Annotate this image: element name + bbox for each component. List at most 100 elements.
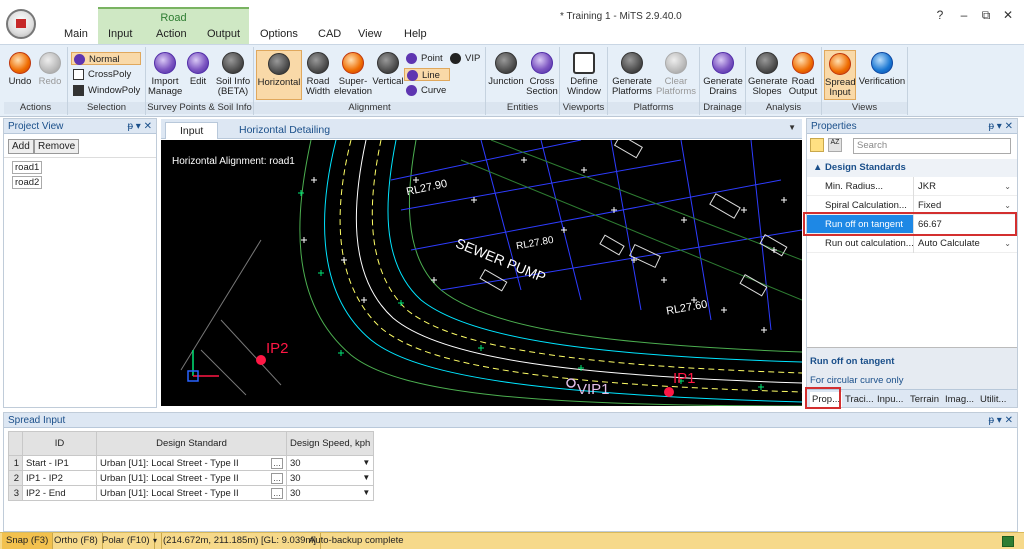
edit-button[interactable]: Edit (184, 50, 212, 100)
id-cell[interactable]: IP2 - End (22, 485, 97, 501)
id-cell[interactable]: IP1 - IP2 (22, 470, 97, 486)
redo-button[interactable]: Redo (36, 50, 64, 100)
superelevation-button[interactable]: Super-elevation (334, 50, 372, 100)
app-logo-icon[interactable] (6, 9, 36, 39)
ip1-marker[interactable] (664, 387, 674, 397)
category-design-standards[interactable]: ▲ Design Standards (807, 159, 1017, 177)
property-row[interactable]: Run out calculation... Auto Calculate ⌄ (807, 234, 1017, 253)
generate-drains-button[interactable]: Generate Drains (702, 50, 744, 100)
snap-toggle[interactable]: Snap (F3) (2, 533, 54, 549)
tab-terrain[interactable]: Terrain (910, 392, 939, 407)
undo-button[interactable]: Undo (6, 50, 34, 100)
cross-section-button[interactable]: Cross Section (526, 50, 558, 100)
road-item-road1[interactable]: road1 (12, 161, 43, 174)
tab-output[interactable]: Output (207, 26, 240, 42)
cad-drawing (180, 140, 802, 406)
tab-cad[interactable]: CAD (318, 26, 341, 42)
point-button[interactable]: Point (404, 52, 446, 65)
generate-platforms-button[interactable]: Generate Platforms (610, 50, 654, 100)
tab-help[interactable]: Help (404, 26, 427, 42)
horizontal-button[interactable]: Horizontal (256, 50, 302, 100)
define-window-button[interactable]: Define Window (564, 50, 604, 100)
define-window-icon (573, 52, 595, 74)
tab-input[interactable]: Input (108, 26, 132, 42)
property-row[interactable]: Min. Radius... JKR ⌄ (807, 177, 1017, 196)
column-header[interactable]: Design Standard (96, 431, 287, 456)
tab-options[interactable]: Options (260, 26, 298, 42)
clear-platforms-button[interactable]: Clear Platforms (654, 50, 698, 100)
soil-info-button[interactable]: Soil Info (BETA) (214, 50, 252, 100)
panel-pin-icon[interactable]: ᵽ ▾ ✕ (988, 413, 1013, 428)
standard-cell[interactable]: Urban [U1]: Local Street - Type II… (96, 455, 287, 471)
remove-button[interactable]: Remove (34, 139, 80, 154)
import-manage-button[interactable]: Import Manage (148, 50, 182, 100)
help-icon[interactable]: ? (932, 8, 948, 22)
vip1-label: VIP1 (577, 381, 610, 398)
vip-icon (450, 53, 461, 64)
standard-cell[interactable]: Urban [U1]: Local Street - Type II… (96, 485, 287, 501)
tab-input-view[interactable]: Input (165, 122, 219, 139)
table-row: 2 IP1 - IP2 Urban [U1]: Local Street - T… (8, 470, 375, 486)
panel-pin-icon[interactable]: ᵽ ▾ ✕ (127, 119, 152, 134)
chevron-down-icon[interactable]: ⌄ (1004, 177, 1011, 196)
crosspoly-button[interactable]: CrossPoly (71, 68, 141, 81)
tab-tracing[interactable]: Traci... (845, 392, 874, 407)
road-output-button[interactable]: Road Output (786, 50, 820, 100)
chevron-down-icon[interactable]: ▼ (362, 488, 370, 497)
road-width-button[interactable]: Road Width (304, 50, 332, 100)
normal-selection-button[interactable]: Normal (71, 52, 141, 65)
redo-icon (39, 52, 61, 74)
speed-cell[interactable]: 30 ▼ (285, 455, 375, 471)
speed-cell[interactable]: 30 ▼ (285, 485, 375, 501)
chevron-down-icon[interactable]: ▼ (362, 458, 370, 467)
project-view-panel: Project View ᵽ ▾ ✕ Add Remove road1 road2 (3, 118, 157, 408)
group-label: Drainage (700, 102, 745, 114)
ellipsis-button[interactable]: … (271, 472, 283, 484)
ip2-marker[interactable] (256, 355, 266, 365)
vertical-button[interactable]: Vertical (372, 50, 404, 100)
windowpoly-button[interactable]: WindowPoly (71, 84, 143, 97)
tabs-dropdown-icon[interactable]: ▼ (788, 123, 796, 132)
add-button[interactable]: Add (8, 139, 34, 154)
ellipsis-button[interactable]: … (271, 457, 283, 469)
undo-icon (9, 52, 31, 74)
spread-input-panel: Spread Input ᵽ ▾ ✕ ID Design Standard Des… (3, 412, 1018, 532)
ellipsis-button[interactable]: … (271, 487, 283, 499)
tab-horizontal-detailing[interactable]: Horizontal Detailing (225, 122, 344, 139)
group-label: Analysis (746, 102, 821, 114)
line-button[interactable]: Line (404, 68, 450, 81)
search-input[interactable]: Search (853, 138, 1011, 154)
close-icon[interactable]: ✕ (1000, 8, 1016, 22)
road-item-road2[interactable]: road2 (12, 176, 43, 189)
tab-utilities[interactable]: Utilit... (980, 392, 1006, 407)
column-header[interactable]: ID (22, 431, 97, 456)
coordinates-readout: (214.672m, 211.185m) [GL: 9.039m] (159, 533, 321, 549)
ortho-toggle[interactable]: Ortho (F8) (50, 533, 103, 549)
restore-icon[interactable]: ⧉ (978, 8, 994, 23)
tab-main[interactable]: Main (64, 26, 88, 42)
categorized-sort-icon[interactable] (810, 138, 824, 152)
verification-button[interactable]: Verification (858, 50, 906, 100)
polar-toggle[interactable]: Polar (F10) (98, 533, 155, 549)
speed-cell[interactable]: 30 ▼ (285, 470, 375, 486)
chevron-down-icon[interactable]: ⌄ (1004, 234, 1011, 253)
minimize-icon[interactable]: – (956, 8, 972, 22)
column-header[interactable]: Design Speed, kph (285, 431, 375, 456)
tab-images[interactable]: Imag... (945, 392, 974, 407)
generate-slopes-button[interactable]: Generate Slopes (748, 50, 788, 100)
tab-action[interactable]: Action (156, 26, 187, 42)
alphabetical-sort-icon[interactable]: AZ (828, 138, 842, 152)
standard-cell[interactable]: Urban [U1]: Local Street - Type II… (96, 470, 287, 486)
curve-button[interactable]: Curve (404, 84, 450, 97)
spread-input-button[interactable]: Spread Input (824, 50, 856, 100)
group-label: Entities (486, 102, 559, 114)
id-cell[interactable]: Start - IP1 (22, 455, 97, 471)
tab-input-panel[interactable]: Inpu... (877, 392, 903, 407)
panel-pin-icon[interactable]: ᵽ ▾ ✕ (988, 119, 1013, 134)
tab-view[interactable]: View (358, 26, 382, 42)
vip1-marker[interactable] (566, 378, 576, 388)
cad-canvas[interactable]: Horizontal Alignment: road1 RL27.90 RL27… (161, 140, 802, 406)
junction-button[interactable]: Junction (488, 50, 524, 100)
chevron-down-icon[interactable]: ▼ (362, 473, 370, 482)
vip-button[interactable]: VIP (448, 52, 484, 65)
